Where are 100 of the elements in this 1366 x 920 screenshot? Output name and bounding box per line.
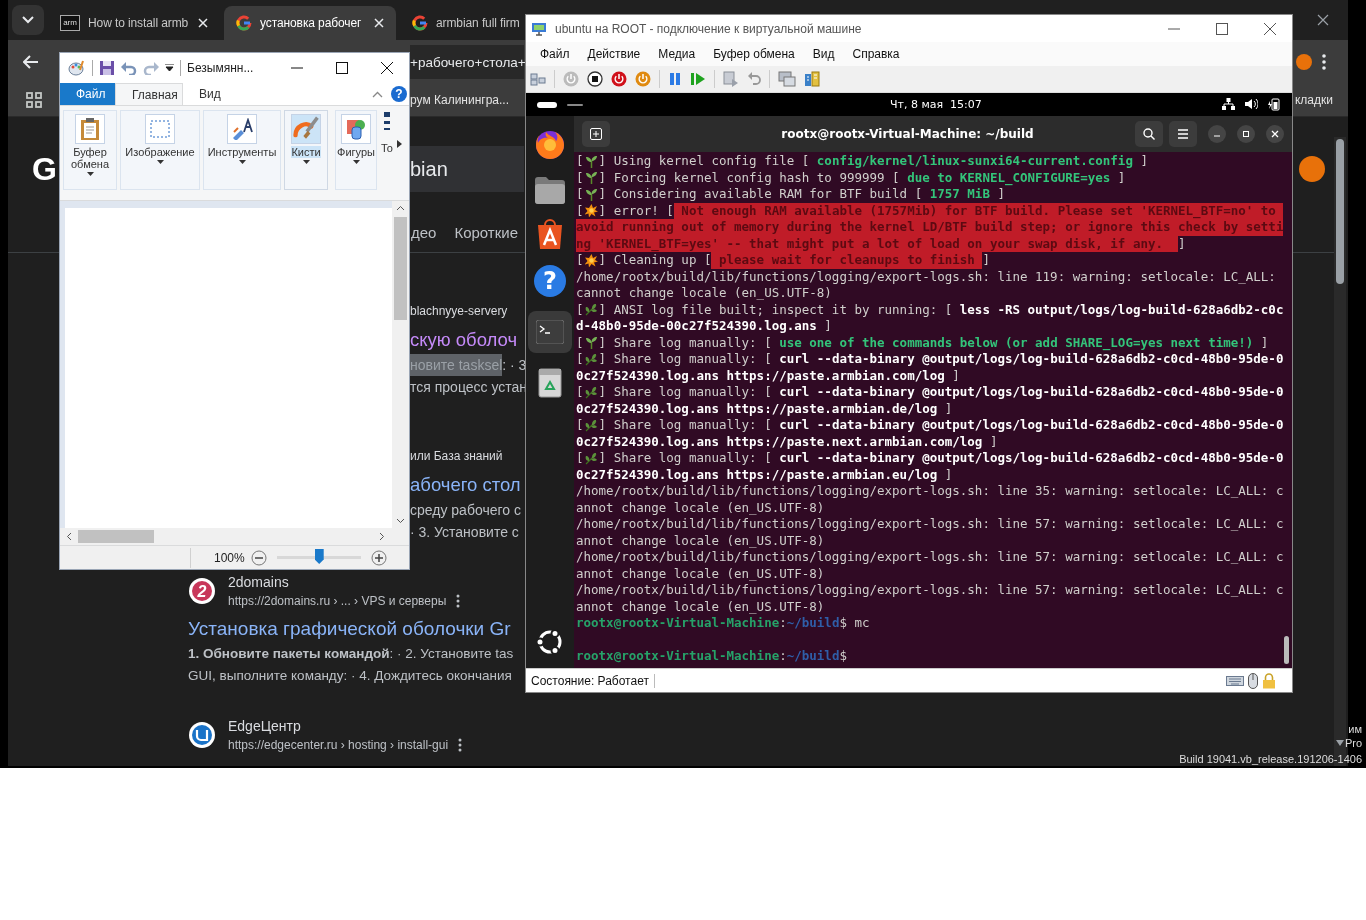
chevron-up-icon[interactable]: [372, 90, 383, 98]
google-logo[interactable]: G: [32, 150, 57, 188]
address-bar[interactable]: +рабочего+стола+: [410, 45, 524, 79]
google-icon: [412, 15, 428, 31]
palette-icon[interactable]: [68, 60, 86, 76]
site-logo: [188, 721, 216, 749]
terminal-text: ]: [996, 186, 1005, 203]
terminal-text: ]: [823, 318, 832, 335]
ribbon-button[interactable]: Изображение: [120, 110, 200, 190]
stop-icon[interactable]: [587, 71, 603, 87]
scroll-down-arrow-icon[interactable]: [1336, 740, 1344, 746]
undo-icon[interactable]: [121, 61, 137, 75]
close-button[interactable]: [1266, 125, 1284, 143]
close-icon[interactable]: [1317, 14, 1329, 26]
search-icon: [1143, 128, 1155, 140]
profile-avatar[interactable]: [1296, 54, 1312, 70]
result-link[interactable]: скую оболоч: [410, 326, 518, 354]
bookmark-link[interactable]: рум Калинингра...: [410, 93, 510, 107]
window-title: ubuntu на ROOT - подключение к виртуальной машине: [555, 21, 862, 36]
power-icon[interactable]: [611, 71, 627, 87]
sprout-icon: [583, 171, 599, 185]
close-icon[interactable]: [1264, 22, 1276, 35]
terminal-text: [: [576, 351, 584, 368]
ribbon-button[interactable]: Фигуры: [335, 110, 377, 190]
more-icon[interactable]: [458, 738, 463, 752]
menu-item[interactable]: Файл: [540, 47, 570, 61]
search-button[interactable]: [1135, 121, 1163, 147]
maximize-icon[interactable]: [336, 62, 348, 74]
scrollbar-thumb[interactable]: [78, 530, 154, 543]
minimize-button[interactable]: [1208, 125, 1226, 143]
more-icon[interactable]: [456, 594, 461, 608]
search-tab[interactable]: Короткие: [454, 223, 519, 241]
menu-button[interactable]: [1169, 121, 1197, 147]
ubuntu-logo-icon[interactable]: [536, 628, 564, 656]
terminal-text: ] Share log manually: [: [598, 351, 773, 368]
ribbon-button[interactable]: Инструменты: [203, 110, 281, 190]
terminal-text: /home/rootx/build/lib/functions/logging/export-logs.sh: line 35: warning: setlocale: LC_ALL: c: [576, 483, 1284, 500]
app-store-icon[interactable]: [535, 219, 565, 251]
zoom-slider-thumb[interactable]: [314, 549, 324, 564]
browser-tab[interactable]: установка рабочег: [224, 6, 396, 40]
close-icon[interactable]: [381, 62, 393, 74]
terminal-text: d-48b0-95de-00c27f524390.log.ans: [576, 318, 817, 335]
zoom-out-icon[interactable]: [250, 549, 267, 566]
tab-search-button[interactable]: [12, 5, 44, 35]
result-source: или База знаний: [410, 448, 503, 465]
power-icon[interactable]: [635, 71, 651, 87]
pause-icon[interactable]: [668, 72, 682, 86]
site-logo: 2: [188, 577, 216, 605]
apps-grid-icon[interactable]: [26, 92, 42, 108]
terminal-launcher[interactable]: [528, 311, 572, 353]
terminal-text: /home/rootx/build/lib/functions/logging/export-logs.sh: line 57: warning: setlocale: LC_ALL: c: [576, 549, 1284, 566]
folder-icon[interactable]: [534, 175, 566, 205]
bookmarks-link[interactable]: кладки: [1295, 93, 1333, 107]
ribbon-button[interactable]: Кисти: [284, 110, 328, 190]
battery-icon[interactable]: [1268, 98, 1280, 111]
activities-indicator[interactable]: [537, 101, 557, 108]
result-link[interactable]: Установка графической оболочки Gr: [188, 615, 511, 643]
menu-item[interactable]: Медиа: [658, 47, 696, 61]
search-field[interactable]: bian: [410, 146, 524, 192]
ribbon-tab[interactable]: Вид: [183, 83, 237, 105]
help-button[interactable]: ?: [534, 265, 566, 297]
scroll-right-icon[interactable]: [397, 140, 402, 148]
menu-item[interactable]: Вид: [812, 47, 835, 61]
menu-item[interactable]: Справка: [852, 47, 900, 61]
ribbon-tab[interactable]: Файл: [60, 83, 115, 105]
terminal-text: use one of the commands below (or add SHARE_LOG=yes next time!): [779, 334, 1254, 351]
zoom-in-icon[interactable]: [370, 549, 387, 566]
ribbon-button[interactable]: Буфер обмена: [63, 110, 117, 190]
maximize-icon[interactable]: [1216, 22, 1228, 35]
menu-icon[interactable]: [1322, 54, 1326, 70]
profile-avatar[interactable]: [1299, 156, 1325, 182]
scrollbar-thumb[interactable]: [1336, 139, 1344, 284]
terminal-text: annot change locale (en_US.UTF-8): [576, 532, 825, 549]
maximize-button[interactable]: [1237, 125, 1255, 143]
dropdown-icon[interactable]: [165, 64, 174, 72]
menu-item[interactable]: Действие: [587, 47, 641, 61]
browser-tab[interactable]: armbian full firm: [400, 6, 520, 40]
result-link[interactable]: абочего стол: [410, 471, 521, 499]
ribbon-button[interactable]: То: [380, 110, 394, 190]
search-tab[interactable]: део: [411, 223, 437, 241]
scrollbar-thumb[interactable]: [394, 217, 407, 320]
save-icon[interactable]: [99, 60, 115, 76]
help-button[interactable]: ?: [391, 86, 407, 102]
terminal-text: $: [839, 648, 847, 665]
browser-tab[interactable]: arm How to install armb: [48, 6, 220, 40]
scrollbar[interactable]: [1284, 636, 1289, 664]
ribbon-tab[interactable]: Главная: [115, 83, 183, 105]
site-favicon: arm: [60, 15, 80, 31]
terminal-text: ]: [1116, 169, 1126, 186]
play-icon[interactable]: [690, 72, 706, 86]
scrollbar[interactable]: [392, 201, 409, 528]
network-icon[interactable]: [1222, 98, 1235, 110]
trash-icon[interactable]: [537, 367, 563, 399]
leaf-icon: [583, 418, 599, 432]
menu-item[interactable]: Буфер обмена: [713, 47, 795, 61]
back-arrow-icon[interactable]: [23, 55, 39, 69]
volume-icon[interactable]: [1245, 98, 1258, 110]
new-tab-button[interactable]: [582, 121, 610, 147]
zoom-level-text: 100%: [214, 550, 245, 565]
clock[interactable]: Чт, 8 мая 15:07: [890, 98, 982, 111]
